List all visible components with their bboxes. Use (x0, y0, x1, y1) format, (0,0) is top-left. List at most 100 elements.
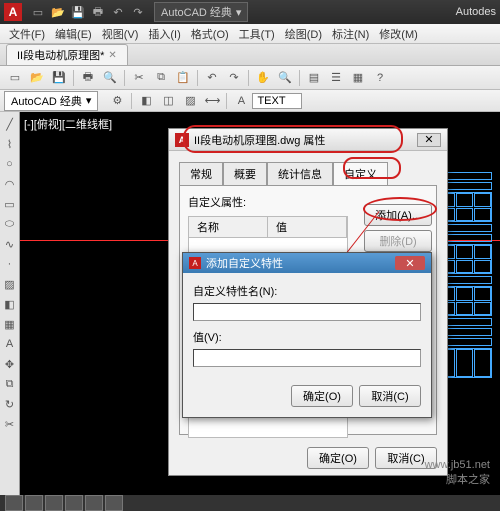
cancel-button[interactable]: 取消(C) (359, 385, 421, 407)
menu-format[interactable]: 格式(O) (188, 26, 232, 42)
region-icon[interactable]: ◧ (1, 295, 19, 313)
app-logo[interactable]: A (4, 3, 22, 21)
document-tab[interactable]: II段电动机原理图* ✕ (6, 44, 128, 65)
viewport-label[interactable]: [-][俯视][二维线框] (24, 116, 112, 132)
menu-file[interactable]: 文件(F) (6, 26, 48, 42)
grid-icon[interactable]: ▦ (348, 68, 368, 88)
tab-label: II段电动机原理图* (17, 47, 104, 63)
dim-icon[interactable]: ⟷ (202, 91, 222, 111)
redo-icon[interactable]: ↷ (224, 68, 244, 88)
ok-button[interactable]: 确定(O) (307, 447, 369, 469)
undo-icon[interactable]: ↶ (202, 68, 222, 88)
subdialog-title: 添加自定义特性 (206, 255, 283, 271)
rotate-icon[interactable]: ↻ (1, 395, 19, 413)
workspace-combo-label: AutoCAD 经典 (161, 4, 232, 20)
workspace-combo[interactable]: AutoCAD 经典 ▾ (154, 2, 248, 22)
copy2-icon[interactable]: ⧉ (1, 375, 19, 393)
command-text[interactable]: TEXT (252, 93, 302, 109)
tab-summary[interactable]: 概要 (223, 162, 267, 186)
watermark: www.jb51.net 脚本之家 (425, 459, 490, 487)
dialog-buttons: 确定(O) 取消(C) (169, 441, 447, 475)
tab-stats[interactable]: 统计信息 (267, 162, 333, 186)
pan-icon[interactable]: ✋ (253, 68, 273, 88)
menu-tools[interactable]: 工具(T) (236, 26, 278, 42)
hatch-icon[interactable]: ▨ (1, 275, 19, 293)
otrack-toggle[interactable] (105, 495, 123, 511)
close-button[interactable]: ✕ (417, 133, 441, 147)
menu-bar: 文件(F) 编辑(E) 视图(V) 插入(I) 格式(O) 工具(T) 绘图(D… (0, 24, 500, 44)
annotation-highlight (343, 157, 401, 179)
menu-modify[interactable]: 修改(M) (376, 26, 421, 42)
polar-toggle[interactable] (65, 495, 83, 511)
close-icon[interactable]: ✕ (108, 50, 116, 61)
subdialog-buttons: 确定(O) 取消(C) (183, 385, 431, 417)
menu-edit[interactable]: 编辑(E) (52, 26, 95, 42)
list-header: 名称 值 (188, 216, 348, 238)
spline-icon[interactable]: ∿ (1, 235, 19, 253)
arc-icon[interactable]: ◠ (1, 175, 19, 193)
undo-icon[interactable]: ↶ (110, 4, 126, 20)
name-label: 自定义特性名(N): (193, 283, 421, 299)
paste-icon[interactable]: 📋 (173, 68, 193, 88)
dialog-tabs: 常规 概要 统计信息 自定义 (169, 151, 447, 185)
new-icon[interactable]: ▭ (30, 4, 46, 20)
new-icon[interactable]: ▭ (5, 68, 25, 88)
circle-icon[interactable]: ○ (1, 155, 19, 173)
rect-icon[interactable]: ▭ (1, 195, 19, 213)
open-icon[interactable]: 📂 (27, 68, 47, 88)
col-value[interactable]: 值 (268, 217, 347, 237)
ok-button[interactable]: 确定(O) (291, 385, 353, 407)
snap-toggle[interactable] (5, 495, 23, 511)
app-logo-icon: A (189, 257, 201, 269)
cut-icon[interactable]: ✂ (129, 68, 149, 88)
zoom-icon[interactable]: 🔍 (275, 68, 295, 88)
layer-icon[interactable]: ◧ (136, 91, 156, 111)
subdialog-titlebar[interactable]: A 添加自定义特性 ✕ (183, 253, 431, 273)
mtext-icon[interactable]: A (1, 335, 19, 353)
gear-icon[interactable]: ⚙ (107, 91, 127, 111)
print-icon[interactable]: 🖶 (78, 68, 98, 88)
trim-icon[interactable]: ✂ (1, 415, 19, 433)
open-icon[interactable]: 📂 (50, 4, 66, 20)
chevron-down-icon: ▾ (86, 94, 92, 107)
move-icon[interactable]: ✥ (1, 355, 19, 373)
toolbar-workspace: AutoCAD 经典▾ ⚙ ◧ ◫ ▨ ⟷ A TEXT (0, 90, 500, 112)
save-icon[interactable]: 💾 (70, 4, 86, 20)
preview-icon[interactable]: 🔍 (100, 68, 120, 88)
custom-value-input[interactable] (193, 349, 421, 367)
toolbar-main: ▭ 📂 💾 🖶 🔍 ✂ ⧉ 📋 ↶ ↷ ✋ 🔍 ▤ ☰ ▦ ? (0, 66, 500, 90)
menu-dimension[interactable]: 标注(N) (329, 26, 372, 42)
properties-icon[interactable]: ☰ (326, 68, 346, 88)
title-bar: A ▭ 📂 💾 🖶 ↶ ↷ AutoCAD 经典 ▾ Autodes (0, 0, 500, 24)
print-icon[interactable]: 🖶 (90, 4, 106, 20)
close-button[interactable]: ✕ (395, 256, 425, 270)
document-tabs: II段电动机原理图* ✕ (0, 44, 500, 66)
osnap-toggle[interactable] (85, 495, 103, 511)
menu-view[interactable]: 视图(V) (99, 26, 142, 42)
add-custom-dialog: A 添加自定义特性 ✕ 自定义特性名(N): 值(V): 确定(O) 取消(C) (182, 252, 432, 418)
value-label: 值(V): (193, 329, 421, 345)
menu-draw[interactable]: 绘图(D) (282, 26, 325, 42)
ellipse-icon[interactable]: ⬭ (1, 215, 19, 233)
workspace-select[interactable]: AutoCAD 经典▾ (4, 91, 98, 111)
subdialog-body: 自定义特性名(N): 值(V): (183, 273, 431, 385)
hatch-icon[interactable]: ▨ (180, 91, 200, 111)
tab-general[interactable]: 常规 (179, 162, 223, 186)
copy-icon[interactable]: ⧉ (151, 68, 171, 88)
layers-icon[interactable]: ▤ (304, 68, 324, 88)
text-icon[interactable]: A (231, 91, 251, 111)
table-icon[interactable]: ▦ (1, 315, 19, 333)
redo-icon[interactable]: ↷ (130, 4, 146, 20)
custom-name-input[interactable] (193, 303, 421, 321)
grid-toggle[interactable] (25, 495, 43, 511)
point-icon[interactable]: · (1, 255, 19, 273)
polyline-icon[interactable]: ⌇ (1, 135, 19, 153)
block-icon[interactable]: ◫ (158, 91, 178, 111)
save-icon[interactable]: 💾 (49, 68, 69, 88)
menu-insert[interactable]: 插入(I) (145, 26, 183, 42)
ortho-toggle[interactable] (45, 495, 63, 511)
line-icon[interactable]: ╱ (1, 115, 19, 133)
col-name[interactable]: 名称 (189, 217, 268, 237)
delete-button: 删除(D) (364, 230, 432, 252)
help-icon[interactable]: ? (370, 68, 390, 88)
